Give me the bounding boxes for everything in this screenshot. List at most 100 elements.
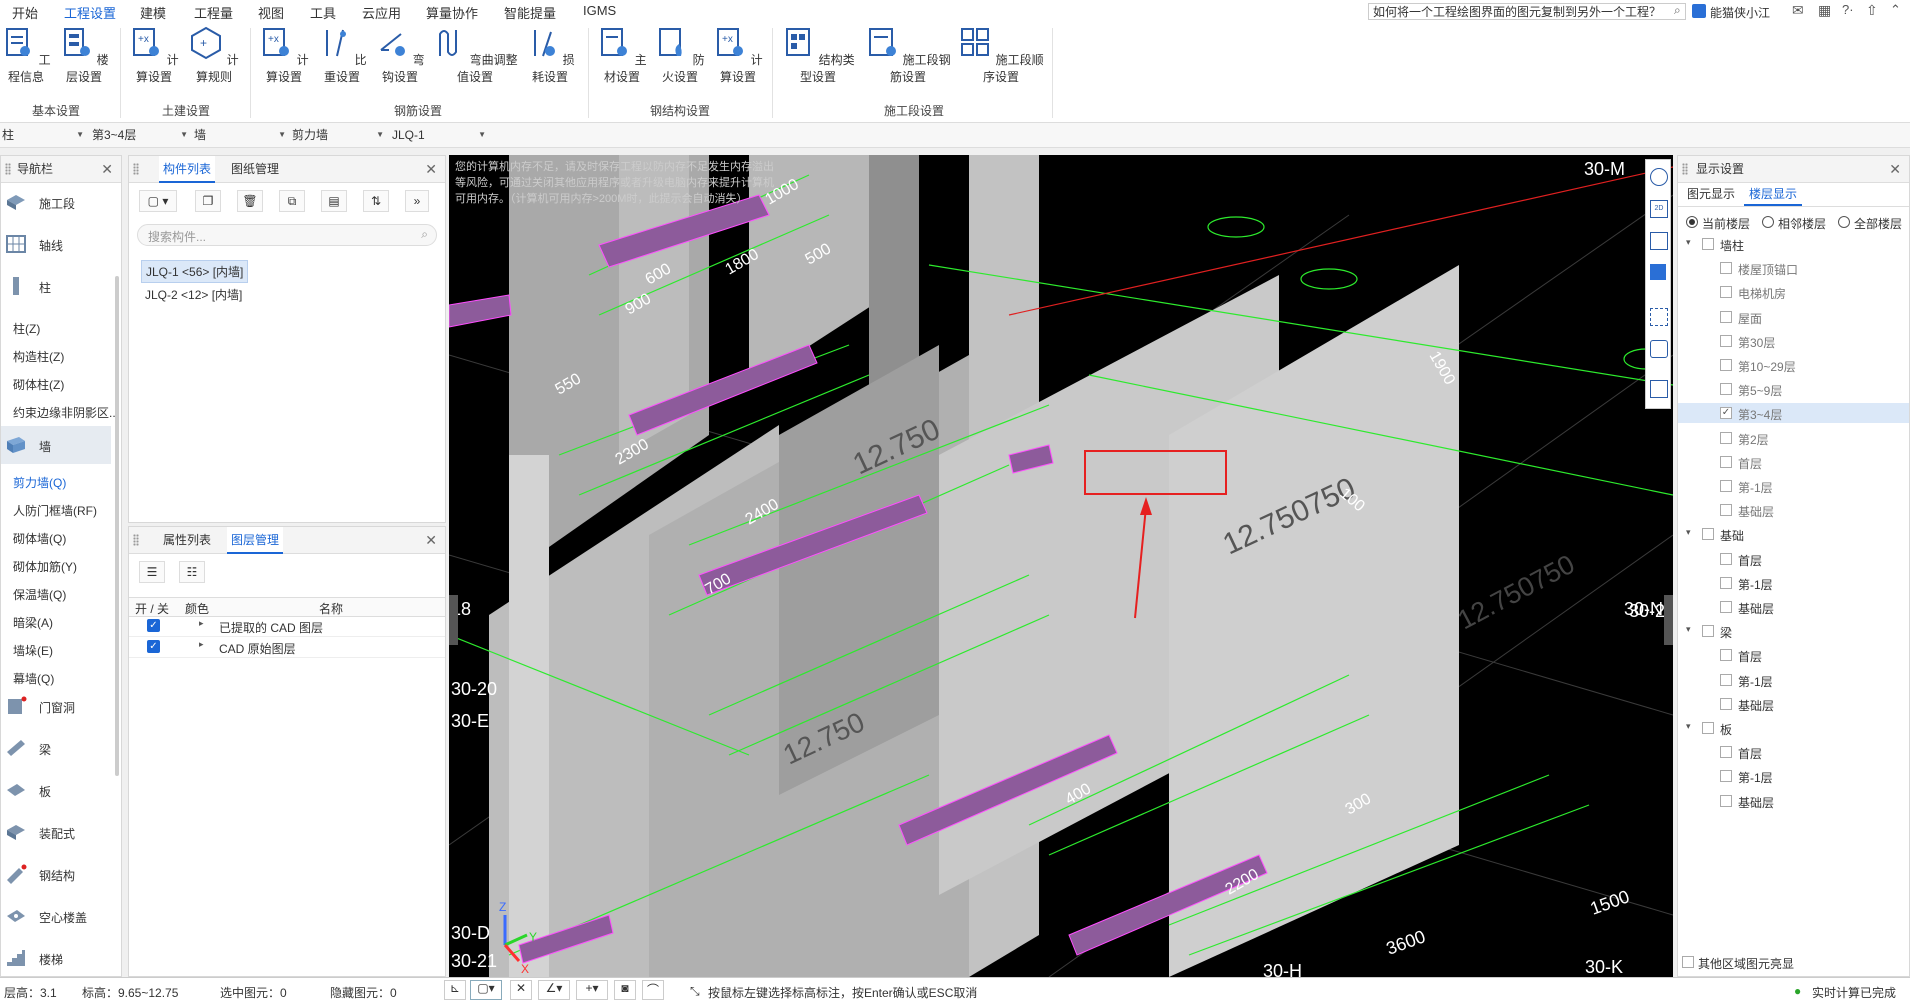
nav-item-door-window[interactable]: 门窗洞 xyxy=(1,696,111,720)
table-row[interactable]: ✓ ▸ 已提取的 CAD 图层 xyxy=(129,616,445,637)
tab-floor-display[interactable]: 楼层显示 xyxy=(1744,184,1802,206)
expand-icon[interactable]: ▸ xyxy=(199,618,204,629)
new-component-button[interactable]: ▢ ▾ xyxy=(139,190,177,212)
floor-checkbox[interactable] xyxy=(1720,383,1732,396)
stage-order-button[interactable]: 施工段顺序设置 xyxy=(958,26,1044,85)
floor-checkbox[interactable] xyxy=(1720,673,1732,686)
nav-item-wall[interactable]: 墙 xyxy=(1,426,111,464)
tree-item[interactable]: ▾ 墙柱 xyxy=(1678,234,1909,254)
menu-igms[interactable]: IGMS xyxy=(583,3,616,18)
floor-checkbox[interactable] xyxy=(1720,286,1732,299)
tab-layer-management[interactable]: 图层管理 xyxy=(227,527,283,554)
expand-icon[interactable]: ▾ xyxy=(1686,237,1691,248)
nav-sub-insulation-wall[interactable]: 保温墙(Q) xyxy=(13,586,66,603)
menu-modeling[interactable]: 建模 xyxy=(140,3,166,22)
tree-item[interactable]: 第-1层 xyxy=(1678,766,1909,786)
drag-grip[interactable] xyxy=(5,163,11,175)
civil-calc-settings-button[interactable]: +x 计算设置 xyxy=(126,26,182,85)
model-canvas[interactable]: 12.750 12.750750 12.750 12.750750 30-M 3… xyxy=(449,155,1673,977)
cube-view-icon[interactable] xyxy=(1650,264,1666,280)
floor-checkbox[interactable] xyxy=(1720,504,1732,517)
tree-item[interactable]: 首层 xyxy=(1678,645,1909,665)
element-type-select[interactable]: 墙 ▼ xyxy=(194,126,288,144)
tab-drawing-management[interactable]: 图纸管理 xyxy=(227,156,283,181)
tree-item[interactable]: 首层 xyxy=(1678,742,1909,762)
loss-settings-button[interactable]: 损耗设置 xyxy=(522,26,578,85)
help-search-input[interactable]: 如何将一个工程绘图界面的图元复制到另外一个工程？ xyxy=(1368,3,1686,20)
zoom-fit-icon[interactable] xyxy=(1650,340,1668,358)
radio-current-floor[interactable] xyxy=(1686,216,1698,228)
tree-item[interactable]: 电梯机房 xyxy=(1678,282,1909,302)
nav-scrollbar[interactable] xyxy=(115,276,119,776)
nav-sub-masonry-rebar[interactable]: 砌体加筋(Y) xyxy=(13,558,77,575)
drag-grip[interactable] xyxy=(133,163,139,175)
layer-copy-icon[interactable]: ⧉ xyxy=(279,190,305,212)
nav-sub-column-z[interactable]: 柱(Z) xyxy=(13,320,40,337)
floor-settings-button[interactable]: 楼层设置 xyxy=(56,26,112,85)
snap-icon[interactable]: ▢▾ xyxy=(470,980,502,1000)
menu-cloud[interactable]: 云应用 xyxy=(362,3,401,22)
floor-checkbox[interactable] xyxy=(1720,431,1732,444)
close-icon[interactable]: ✕ xyxy=(1889,156,1901,182)
show-all-layers-icon[interactable]: ☰ xyxy=(139,561,165,583)
menu-project-settings[interactable]: 工程设置 xyxy=(64,3,117,24)
filter-icon[interactable]: ▤ xyxy=(321,190,347,212)
highlight-other-checkbox[interactable] xyxy=(1682,956,1694,968)
close-icon[interactable]: ✕ xyxy=(101,156,113,182)
hook-settings-button[interactable]: 弯钩设置 xyxy=(372,26,428,85)
shirt-icon[interactable]: ⇧ xyxy=(1866,2,1878,19)
floor-checkbox[interactable] xyxy=(1720,697,1732,710)
hide-all-layers-icon[interactable]: ☷ xyxy=(179,561,205,583)
nav-item-axis[interactable]: 轴线 xyxy=(1,234,111,258)
floor-checkbox[interactable] xyxy=(1702,528,1714,541)
subtype-select[interactable]: 剪力墙 ▼ xyxy=(292,126,386,144)
user-name[interactable]: 能猫侠小江 xyxy=(1710,4,1770,21)
nav-sub-hidden-beam[interactable]: 暗梁(A) xyxy=(13,614,53,631)
tree-item[interactable]: 楼屋顶锚口 xyxy=(1678,258,1909,278)
calendar-icon[interactable]: ▦ xyxy=(1818,2,1831,19)
nav-sub-constructional-column[interactable]: 构造柱(Z) xyxy=(13,348,64,365)
radio-all-floors[interactable] xyxy=(1838,216,1850,228)
layer-visible-checkbox[interactable]: ✓ xyxy=(147,619,160,632)
floor-checkbox[interactable] xyxy=(1720,359,1732,371)
camera-icon[interactable]: ◙ xyxy=(614,980,636,1000)
menu-smart[interactable]: 智能提量 xyxy=(504,3,556,22)
tree-item[interactable]: 第-1层 xyxy=(1678,573,1909,593)
3d-viewport[interactable]: 12.750 12.750750 12.750 12.750750 30-M 3… xyxy=(449,155,1673,977)
angle-icon[interactable]: ∠▾ xyxy=(538,980,570,1000)
search-icon[interactable]: ⌕ xyxy=(421,227,428,242)
tree-item[interactable]: ▾ 板 xyxy=(1678,718,1909,738)
menu-quantity[interactable]: 工程量 xyxy=(194,3,233,22)
structure-type-button[interactable]: 结构类型设置 xyxy=(778,26,858,85)
tree-item[interactable]: ✓ 第3~4层 xyxy=(1678,403,1909,424)
message-icon[interactable]: ✉ xyxy=(1792,2,1804,19)
floor-checkbox[interactable] xyxy=(1720,310,1732,323)
floor-checkbox[interactable] xyxy=(1720,480,1732,492)
nav-item-beam[interactable]: 梁 xyxy=(1,738,111,762)
nav-item-prefab[interactable]: 装配式 xyxy=(1,822,111,846)
nav-sub-civil-defense-wall[interactable]: 人防门框墙(RF) xyxy=(13,502,97,519)
nav-item-stage[interactable]: 施工段 xyxy=(1,192,111,216)
right-collapse-handle[interactable] xyxy=(1664,595,1673,645)
nav-sub-wall-pier[interactable]: 墙垛(E) xyxy=(13,642,53,659)
tree-item[interactable]: 基础层 xyxy=(1678,791,1909,811)
stage-rebar-button[interactable]: 施工段钢筋设置 xyxy=(860,26,956,85)
floor-checkbox[interactable] xyxy=(1720,455,1732,468)
category-select[interactable]: 柱 ▼ xyxy=(2,126,86,144)
nav-sub-curtain-wall[interactable]: 幕墙(Q) xyxy=(13,670,54,687)
tab-component-list[interactable]: 构件列表 xyxy=(159,156,215,183)
project-info-button[interactable]: 工程信息 xyxy=(0,26,52,85)
select-region-icon[interactable] xyxy=(1650,308,1668,326)
help-icon[interactable]: ?· xyxy=(1842,2,1854,17)
tree-item[interactable]: ▾ 基础 xyxy=(1678,524,1909,544)
floor-checkbox[interactable] xyxy=(1720,770,1732,783)
floor-checkbox[interactable] xyxy=(1720,552,1732,565)
drag-grip[interactable] xyxy=(1682,163,1688,175)
search-icon[interactable]: ⌕ xyxy=(1674,3,1681,18)
floor-checkbox[interactable] xyxy=(1702,238,1714,250)
nav-sub-boundary-region[interactable]: 约束边缘非阴影区... xyxy=(13,404,119,421)
calc-rules-button[interactable]: + 计算规则 xyxy=(186,26,242,85)
tree-item[interactable]: 第2层 xyxy=(1678,428,1909,448)
nav-sub-shear-wall[interactable]: 剪力墙(Q) xyxy=(13,474,66,491)
bend-adjust-button[interactable]: 弯曲调整值设置 xyxy=(432,26,518,85)
